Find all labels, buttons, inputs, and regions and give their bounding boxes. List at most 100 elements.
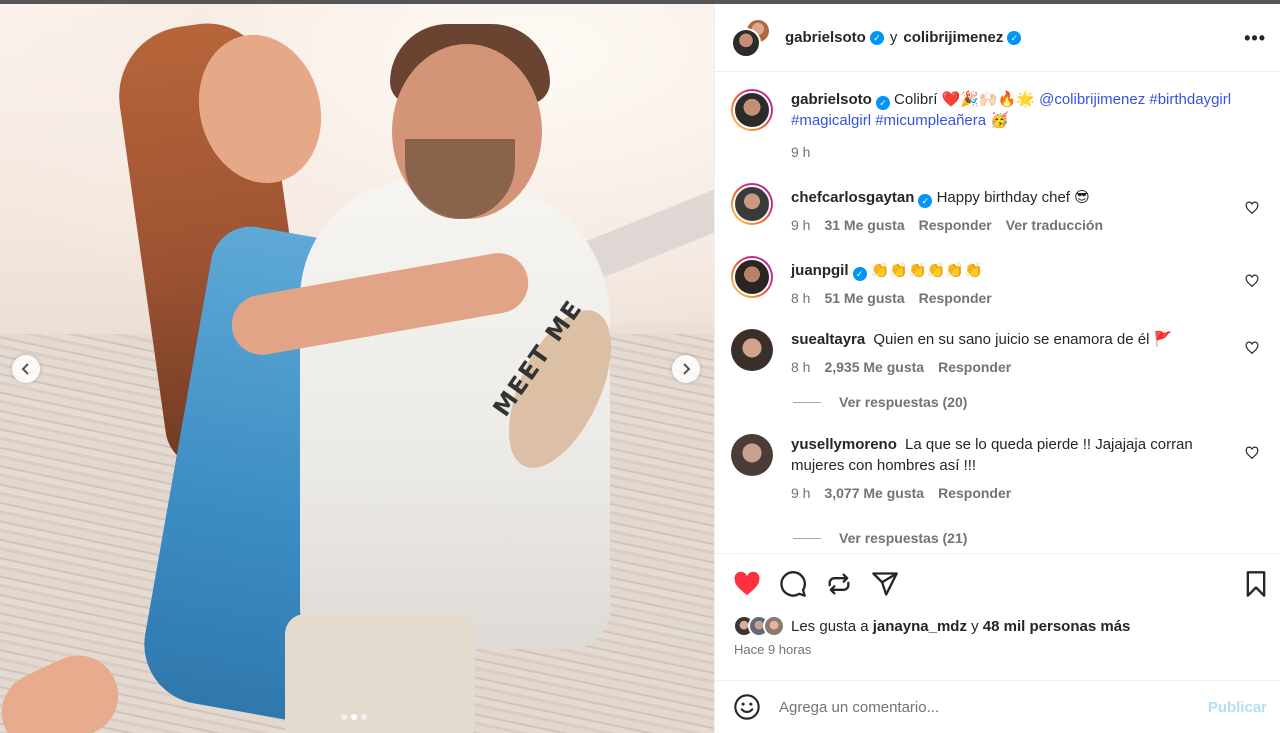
heart-outline-icon[interactable]	[1245, 274, 1259, 288]
add-comment-bar: Publicar	[715, 680, 1280, 733]
comment-likes[interactable]: 2,935 Me gusta	[824, 357, 924, 378]
reply-button[interactable]: Responder	[938, 357, 1011, 378]
bookmark-icon[interactable]	[1242, 570, 1270, 598]
avatar[interactable]	[731, 256, 773, 298]
reply-button[interactable]: Responder	[919, 288, 992, 309]
view-replies-button[interactable]: Ver respuestas (21)	[793, 530, 1265, 546]
avatar[interactable]	[731, 183, 773, 225]
verified-badge-icon: ✓	[852, 267, 867, 281]
comment-text-line: mujeres con hombres así !!!	[791, 457, 977, 474]
comment-time[interactable]: 9 h	[791, 215, 810, 236]
post-caption: gabrielsoto ✓ Colibrí ❤️🎉🙌🏻🔥🌟 @colibrijim…	[731, 89, 1265, 163]
likes-prefix: Les gusta a	[791, 617, 869, 635]
authors-separator: y	[889, 29, 898, 46]
comment-time[interactable]: 8 h	[791, 357, 810, 378]
heart-outline-icon[interactable]	[1245, 446, 1259, 460]
comment-body: juanpgil ✓ 👏👏👏👏👏👏 8 h 51 Me gusta Respond…	[791, 256, 1265, 309]
avatar	[763, 615, 785, 637]
caption-text-line: #magicalgirl #micumpleañera 🥳	[791, 110, 1255, 131]
likes-user[interactable]: janayna_mdz	[873, 618, 967, 635]
previous-slide-button[interactable]	[12, 355, 40, 383]
comment-text: La que se lo queda pierde !! Jajajaja co…	[905, 436, 1193, 453]
avatar[interactable]	[731, 434, 773, 476]
comment-item: suealtayra Quien en su sano juicio se en…	[731, 329, 1265, 378]
comment-input[interactable]	[779, 698, 1208, 716]
translate-button[interactable]: Ver traducción	[1006, 215, 1103, 236]
author-username[interactable]: gabrielsoto	[785, 29, 866, 46]
comment-time[interactable]: 9 h	[791, 483, 810, 504]
comment-icon[interactable]	[779, 570, 807, 598]
caption-meta: 9 h	[791, 142, 1255, 163]
caption-time[interactable]: 9 h	[791, 142, 810, 163]
comment-username[interactable]: chefcarlosgaytan	[791, 189, 914, 206]
caption-emoji: 🥳	[990, 112, 1009, 129]
slide-dot	[361, 714, 367, 720]
emoji-icon[interactable]	[733, 693, 761, 721]
repost-icon[interactable]	[825, 570, 853, 598]
comment-likes[interactable]: 51 Me gusta	[824, 288, 904, 309]
comment-text: Quien en su sano juicio se enamora de él…	[873, 331, 1173, 348]
more-options-icon[interactable]: •••	[1244, 28, 1266, 49]
verified-badge-icon: ✓	[875, 96, 890, 110]
caption-text: Colibrí ❤️🎉🙌🏻🔥🌟	[894, 91, 1035, 108]
verified-badge-icon: ✓	[1007, 30, 1022, 45]
avatar[interactable]	[731, 329, 773, 371]
comment-item: yusellymoreno La que se lo queda pierde …	[731, 434, 1265, 504]
chevron-right-icon	[683, 363, 691, 375]
comment-text-line: suealtayra Quien en su sano juicio se en…	[791, 329, 1237, 350]
caption-username[interactable]: gabrielsoto	[791, 91, 872, 108]
reply-button[interactable]: Responder	[938, 483, 1011, 504]
comments-list[interactable]: gabrielsoto ✓ Colibrí ❤️🎉🙌🏻🔥🌟 @colibrijim…	[715, 73, 1280, 553]
view-replies-label: Ver respuestas (21)	[839, 530, 968, 546]
caption-hashtag[interactable]: #birthdaygirl	[1149, 91, 1231, 108]
replies-divider	[793, 537, 821, 539]
comment-meta: 9 h 31 Me gusta Responder Ver traducción	[791, 215, 1237, 236]
caption-text-line: gabrielsoto ✓ Colibrí ❤️🎉🙌🏻🔥🌟 @colibrijim…	[791, 89, 1255, 110]
comment-username[interactable]: juanpgil	[791, 262, 849, 279]
comment-text-line: chefcarlosgaytan ✓ Happy birthday chef 😎	[791, 187, 1237, 208]
comment-likes[interactable]: 31 Me gusta	[824, 215, 904, 236]
view-replies-label: Ver respuestas (20)	[839, 394, 968, 410]
comment-likes[interactable]: 3,077 Me gusta	[824, 483, 924, 504]
post-timestamp[interactable]: Hace 9 horas	[734, 642, 811, 657]
collaborator-username[interactable]: colibrijimenez	[903, 29, 1003, 46]
likes-summary[interactable]: Les gusta a janayna_mdz y 48 mil persona…	[733, 615, 1130, 637]
comment-username[interactable]: suealtayra	[791, 331, 865, 348]
avatar	[731, 27, 761, 58]
caption-body: gabrielsoto ✓ Colibrí ❤️🎉🙌🏻🔥🌟 @colibrijim…	[791, 89, 1265, 163]
comment-body: yusellymoreno La que se lo queda pierde …	[791, 434, 1265, 504]
likers-avatars	[733, 615, 785, 637]
photo-man-pants	[285, 614, 475, 733]
comment-item: juanpgil ✓ 👏👏👏👏👏👏 8 h 51 Me gusta Respond…	[731, 256, 1265, 309]
comment-meta: 9 h 3,077 Me gusta Responder	[791, 483, 1237, 504]
heart-outline-icon[interactable]	[1245, 201, 1259, 215]
collab-avatars[interactable]	[731, 17, 771, 58]
comment-body: chefcarlosgaytan ✓ Happy birthday chef 😎 …	[791, 183, 1265, 236]
slide-indicator	[341, 714, 367, 720]
publish-button[interactable]: Publicar	[1208, 699, 1267, 716]
verified-badge-icon: ✓	[918, 194, 933, 208]
comment-body: suealtayra Quien en su sano juicio se en…	[791, 329, 1265, 378]
comment-text: Happy birthday chef 😎	[936, 189, 1090, 206]
caption-hashtags[interactable]: #magicalgirl #micumpleañera	[791, 112, 986, 129]
slide-dot-active	[351, 714, 357, 720]
view-replies-button[interactable]: Ver respuestas (20)	[793, 394, 1265, 410]
likes-conj: y	[971, 617, 979, 635]
post-header: gabrielsoto ✓ y colibrijimenez ✓ •••	[715, 4, 1280, 72]
comment-item: chefcarlosgaytan ✓ Happy birthday chef 😎 …	[731, 183, 1265, 236]
heart-filled-icon[interactable]	[733, 570, 761, 598]
post-media[interactable]: MEET ME	[0, 4, 714, 733]
avatar[interactable]	[731, 89, 773, 131]
caption-mention[interactable]: @colibrijimenez	[1039, 91, 1145, 108]
comment-username[interactable]: yusellymoreno	[791, 436, 897, 453]
share-icon[interactable]	[871, 570, 899, 598]
verified-badge-icon: ✓	[869, 30, 884, 45]
comment-text: 👏👏👏👏👏👏	[870, 262, 983, 279]
reply-button[interactable]: Responder	[919, 215, 992, 236]
heart-outline-icon[interactable]	[1245, 341, 1259, 355]
likes-others[interactable]: 48 mil personas más	[983, 618, 1131, 635]
replies-divider	[793, 401, 821, 403]
comment-time[interactable]: 8 h	[791, 288, 810, 309]
comment-meta: 8 h 51 Me gusta Responder	[791, 288, 1237, 309]
next-slide-button[interactable]	[672, 355, 700, 383]
